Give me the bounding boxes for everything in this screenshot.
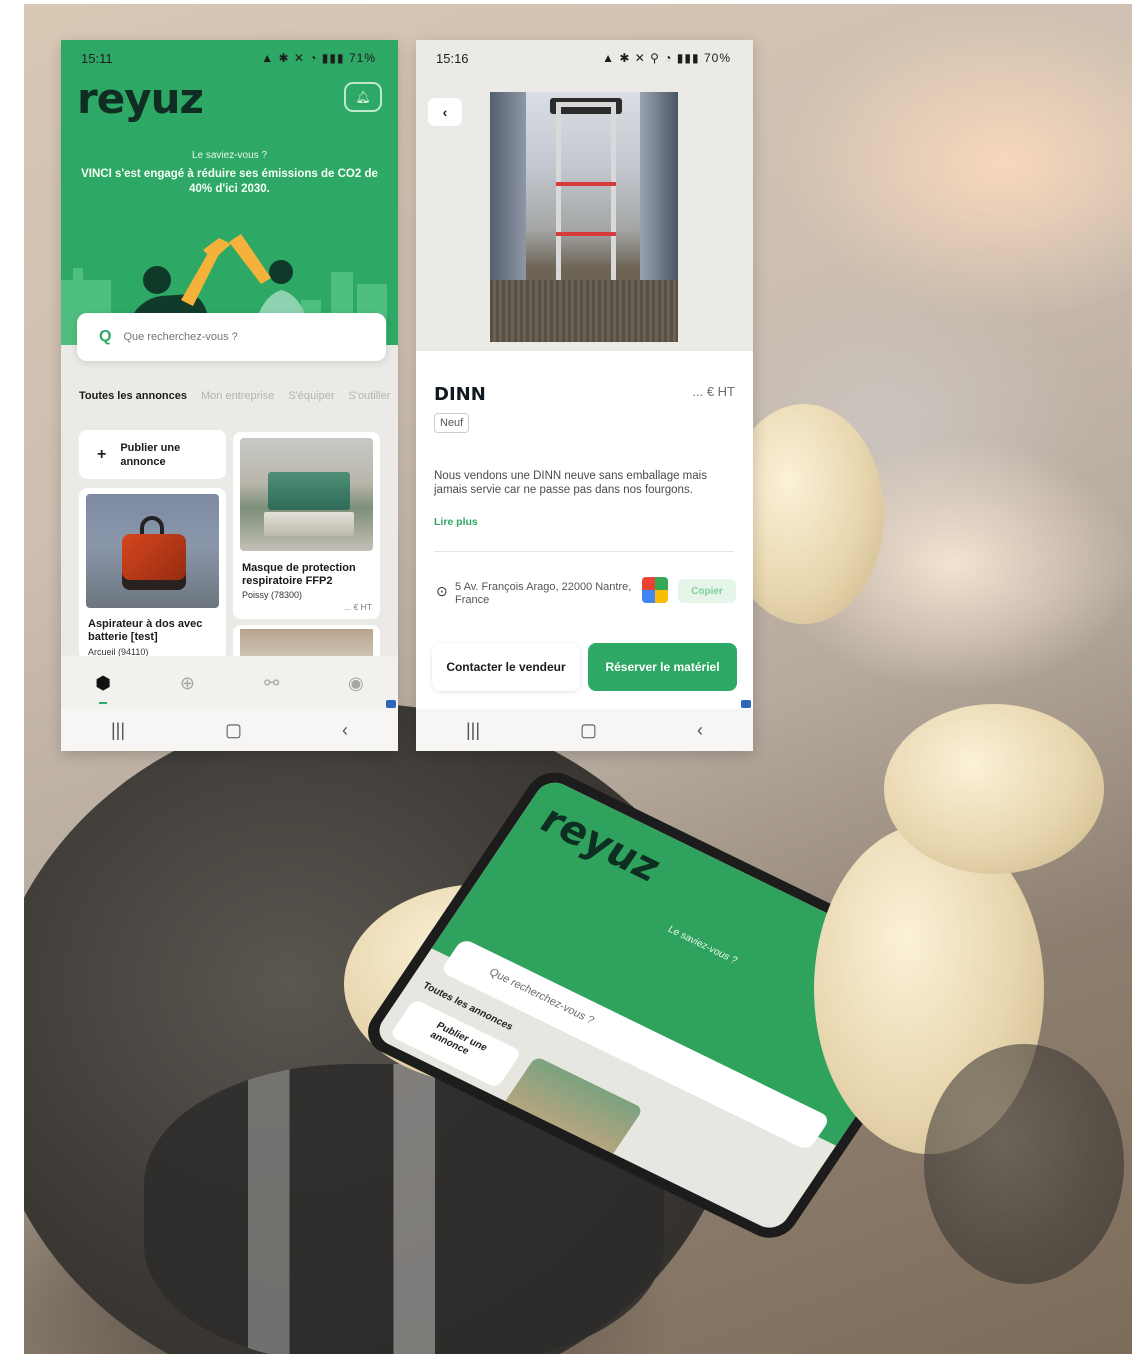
plus-icon: + [97,445,107,463]
tab-tools[interactable]: S'outiller [349,390,391,402]
glove-shadow [924,1044,1124,1284]
back-button[interactable]: ‹ [428,98,462,126]
glove-index [884,704,1104,874]
condition-badge: Neuf [434,413,470,433]
home-screen: 15:11 ▲ ✱ ✕ ◔ ▮▮▮ 71% reyuz 🔔︎ Le saviez… [61,40,398,751]
home-button[interactable]: ▢ [580,720,597,741]
listing-image [86,494,219,608]
contact-seller-button[interactable]: Contacter le vendeur [432,643,580,691]
fact-text: VINCI s'est engagé à réduire ses émissio… [81,168,378,195]
listing-info: DINN ... € HT Neuf Nous vendons une DINN… [416,351,753,709]
app-logo: reyuz [77,74,204,123]
listing-image [240,438,373,551]
tab-equip[interactable]: S'équiper [288,390,334,402]
listing-title: Aspirateur à dos avec batterie [test] [88,618,203,643]
notification-button[interactable]: 🔔︎ [344,82,382,112]
listing-card-ffp2-mask[interactable]: Masque de protection respiratoire FFP2 P… [233,432,380,619]
status-bar: 15:11 ▲ ✱ ✕ ◔ ▮▮▮ 71% [61,40,398,76]
back-button[interactable]: ‹ [697,720,703,741]
back-button[interactable]: ‹ [342,720,348,741]
divider [434,551,734,552]
copy-address-button[interactable]: Copier [678,579,736,603]
bottom-navigation: ⬢ ⊕ ⚯ ◉ [61,656,398,710]
category-tabs: Toutes les annonces Mon entreprise S'équ… [79,390,390,402]
overlay-icon [741,700,751,708]
listing-price: ... € HT [344,602,372,612]
publish-listing-button[interactable]: + Publier une annonce [79,430,226,479]
fact-question: Le saviez-vous ? [191,150,268,161]
chevron-left-icon: ‹ [442,104,448,120]
search-input[interactable] [123,331,344,343]
listing-city: Poissy (78300) [242,590,303,600]
home-button[interactable]: ▢ [225,720,242,741]
recent-apps-button[interactable]: ||| [466,720,480,741]
location-pin-icon: ⊙ [436,583,448,599]
overlay-icon [386,700,396,708]
product-photo [490,92,678,342]
publish-label: Publier une annonce [120,441,181,468]
profile-icon[interactable]: ◉ [336,673,376,694]
listing-address: 5 Av. François Arago, 22000 Nantre, Fran… [455,581,632,606]
listing-description: Nous vendons une DINN neuve sans emballa… [434,470,707,496]
listing-detail-screen: 15:16 ▲ ✱ ✕ ⚲ ◔ ▮▮▮ 70% ‹ DINN ... € HT … [416,40,753,751]
listing-price: ... € HT [692,384,735,399]
google-maps-icon[interactable] [642,577,668,603]
search-icon: Q [99,328,112,345]
status-time: 15:16 [436,50,469,66]
add-icon[interactable]: ⊕ [167,673,207,694]
recent-apps-button[interactable]: ||| [111,720,125,741]
listing-title: Masque de protection respiratoire FFP2 [242,562,356,587]
status-bar: 15:16 ▲ ✱ ✕ ⚲ ◔ ▮▮▮ 70% [416,40,753,76]
system-navigation: ||| ▢ ‹ [416,709,753,751]
system-navigation: ||| ▢ ‹ [61,709,398,751]
handshake-icon[interactable]: ⚯ [252,673,292,694]
tab-all-listings[interactable]: Toutes les annonces [79,390,187,402]
hero-banner: 15:11 ▲ ✱ ✕ ◔ ▮▮▮ 71% reyuz 🔔︎ Le saviez… [61,40,398,345]
status-icons: ▲ ✱ ✕ ◔ ▮▮▮ 71% [261,51,376,65]
listing-card-backpack-vacuum[interactable]: Aspirateur à dos avec batterie [test] Ar… [79,488,226,660]
bell-icon: 🔔︎ [355,90,371,104]
status-time: 15:11 [81,50,113,66]
search-bar[interactable]: Q [77,313,386,361]
listing-title: DINN [434,384,486,405]
home-icon[interactable]: ⬢ [83,673,123,704]
reserve-equipment-button[interactable]: Réserver le matériel [588,643,737,691]
tab-my-company[interactable]: Mon entreprise [201,390,274,402]
status-icons: ▲ ✱ ✕ ⚲ ◔ ▮▮▮ 70% [602,51,731,65]
read-more-link[interactable]: Lire plus [434,516,478,528]
